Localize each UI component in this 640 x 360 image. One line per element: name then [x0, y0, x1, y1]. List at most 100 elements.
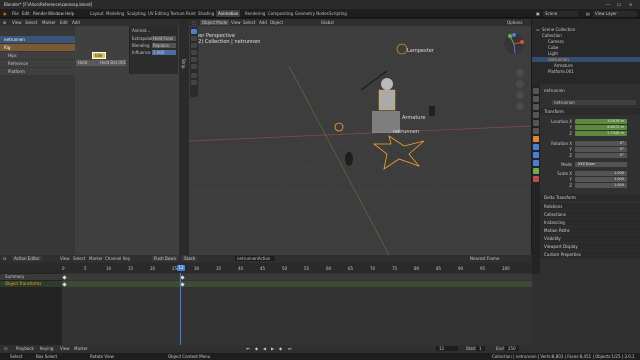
motion-paths-panel[interactable]: Motion Paths [540, 227, 640, 234]
ds-menu-key[interactable]: Key [123, 256, 130, 261]
collections-panel[interactable]: Collections [540, 211, 640, 218]
action-selector[interactable]: netrunnenAction [235, 256, 275, 261]
object-tab-icon[interactable] [533, 136, 539, 142]
tab-layout[interactable]: Layout [88, 10, 106, 17]
outliner-item[interactable]: Collection [532, 33, 640, 38]
blender-logo-icon[interactable]: ◉ [3, 11, 7, 16]
rotate-tool-icon[interactable] [191, 50, 197, 55]
current-frame-indicator[interactable]: 12 [177, 265, 185, 271]
tab-compositing[interactable]: Compositing [266, 10, 295, 17]
view-layer-selector[interactable]: View Layer [593, 11, 637, 17]
object-mode-dropdown[interactable]: Object Mode [200, 20, 230, 25]
output-tab-icon[interactable] [533, 104, 539, 110]
channel-object-transforms[interactable]: Object Transforms [0, 281, 62, 287]
viewport-display-panel[interactable]: Viewport Display [540, 243, 640, 250]
outliner-item[interactable]: Camera [532, 39, 640, 44]
ds-menu-marker[interactable]: Marker [89, 256, 103, 261]
outliner-item[interactable]: Platform.001 [532, 69, 640, 74]
viewport-menu-select[interactable]: Select [243, 20, 255, 25]
tab-shading[interactable]: Shading [196, 10, 216, 17]
perspective-toggle-icon[interactable] [516, 102, 524, 110]
nla-track-row[interactable]: Hips [0, 52, 75, 59]
play-reverse-icon[interactable]: ◀ [263, 346, 266, 351]
outliner-item[interactable]: Light [532, 51, 640, 56]
timeline-editor-type-icon[interactable]: ◷ [4, 346, 8, 351]
viewport-menu-object[interactable]: Object [270, 20, 283, 25]
jump-start-icon[interactable]: ⏮ [246, 346, 250, 351]
keyframe-area[interactable] [62, 273, 532, 345]
menu-edit[interactable]: Edit [22, 11, 30, 16]
extrapolation-dropdown[interactable]: Hold Forw [152, 36, 176, 41]
scale-z-field[interactable]: 1.000 [575, 183, 627, 188]
outliner-item[interactable]: Armature [532, 63, 640, 68]
move-tool-icon[interactable] [191, 43, 197, 48]
transform-tool-icon[interactable] [191, 64, 197, 69]
rotation-z-field[interactable]: 0° [575, 153, 627, 158]
visibility-panel[interactable]: Visibility [540, 235, 640, 242]
transform-panel-header[interactable]: Transform [540, 108, 640, 115]
stash-button[interactable]: Stash [182, 256, 198, 261]
particles-tab-icon[interactable] [533, 152, 539, 158]
nla-track-row[interactable]: Platform [0, 68, 75, 75]
viewport-menu-view[interactable]: View [231, 20, 241, 25]
nla-track-row[interactable]: netrunnen [0, 36, 75, 43]
zoom-icon[interactable] [516, 69, 524, 77]
rotation-mode-dropdown[interactable]: XYZ Euler [575, 162, 627, 167]
tab-rendering[interactable]: Rendering [243, 10, 267, 17]
nla-track-row[interactable]: Reference [0, 60, 75, 67]
physics-tab-icon[interactable] [533, 160, 539, 166]
rotation-x-field[interactable]: 0° [575, 141, 627, 146]
outliner-item[interactable]: Cube [532, 45, 640, 50]
nla-menu-marker[interactable]: Marker [42, 20, 56, 25]
scale-x-field[interactable]: 1.000 [575, 171, 627, 176]
rotation-y-field[interactable]: 0° [575, 147, 627, 152]
measure-tool-icon[interactable] [191, 80, 197, 85]
scene-selector[interactable]: Scene [543, 11, 578, 17]
nla-strip[interactable]: Hold Bot.001 [98, 60, 126, 66]
channel-summary[interactable]: Summary [0, 274, 62, 280]
next-keyframe-icon[interactable]: ◆ [279, 346, 282, 351]
play-icon[interactable]: ▶ [271, 346, 274, 351]
ds-menu-channel[interactable]: Channel [105, 256, 121, 261]
location-x-field[interactable]: 3.0976 m [575, 119, 627, 124]
menu-window[interactable]: Window [48, 11, 64, 16]
tab-texture-paint[interactable]: Texture Paint [168, 10, 198, 17]
blending-dropdown[interactable]: Replace [152, 43, 176, 48]
current-frame-field[interactable]: 12 [436, 346, 458, 351]
maximize-icon[interactable]: ☐ [617, 2, 621, 7]
menu-file[interactable]: File [12, 11, 19, 16]
tab-strip[interactable]: Strip [181, 59, 186, 68]
timeline-menu-view[interactable]: View [60, 346, 70, 351]
render-tab-icon[interactable] [533, 96, 539, 102]
tab-geometry-nodes[interactable]: Geometry Nodes [293, 10, 331, 17]
end-frame-field[interactable]: 250 [505, 346, 519, 351]
snap-dropdown[interactable]: Nearest Frame [470, 256, 499, 261]
world-tab-icon[interactable] [533, 128, 539, 134]
menu-help[interactable]: Help [65, 11, 74, 16]
tool-tab-icon[interactable] [533, 88, 539, 94]
nla-menu-edit[interactable]: Edit [60, 20, 68, 25]
editor-mode-dropdown[interactable]: Action Editor [12, 256, 42, 261]
instancing-panel[interactable]: Instancing [540, 219, 640, 226]
outliner-item[interactable]: netrunnen [532, 57, 640, 62]
push-down-button[interactable]: Push Down [152, 256, 179, 261]
nla-menu-add[interactable]: Add [72, 20, 80, 25]
location-y-field[interactable]: 6.6072 m [575, 125, 627, 130]
location-z-field[interactable]: 2.7448 m [575, 131, 627, 136]
navigation-gizmo[interactable] [503, 33, 525, 55]
annotate-tool-icon[interactable] [191, 73, 197, 78]
timeline-menu-keying[interactable]: Keying [40, 346, 53, 351]
prev-keyframe-icon[interactable]: ◆ [255, 346, 258, 351]
3d-viewport[interactable]: Lampexter Armature netrunnen User Perspe… [189, 19, 531, 255]
tab-scripting[interactable]: Scripting [327, 10, 349, 17]
timeline-menu-playback[interactable]: Playback [16, 346, 34, 351]
pan-icon[interactable] [516, 80, 524, 88]
nla-track-row[interactable]: Rig [0, 44, 75, 51]
frame-ruler[interactable]: 0 5 10 15 20 25 30 35 40 45 50 55 60 65 70 75 80 85 90 95 10… [0, 263, 532, 273]
ds-menu-select[interactable]: Select [73, 256, 85, 261]
custom-properties-panel[interactable]: Custom Properties [540, 251, 640, 258]
tab-sculpting[interactable]: Sculpting [125, 10, 148, 17]
influence-field[interactable]: 1.000 [152, 50, 176, 55]
viewport-menu-add[interactable]: Add [259, 20, 267, 25]
object-name-field[interactable]: netrunnen [552, 100, 636, 105]
